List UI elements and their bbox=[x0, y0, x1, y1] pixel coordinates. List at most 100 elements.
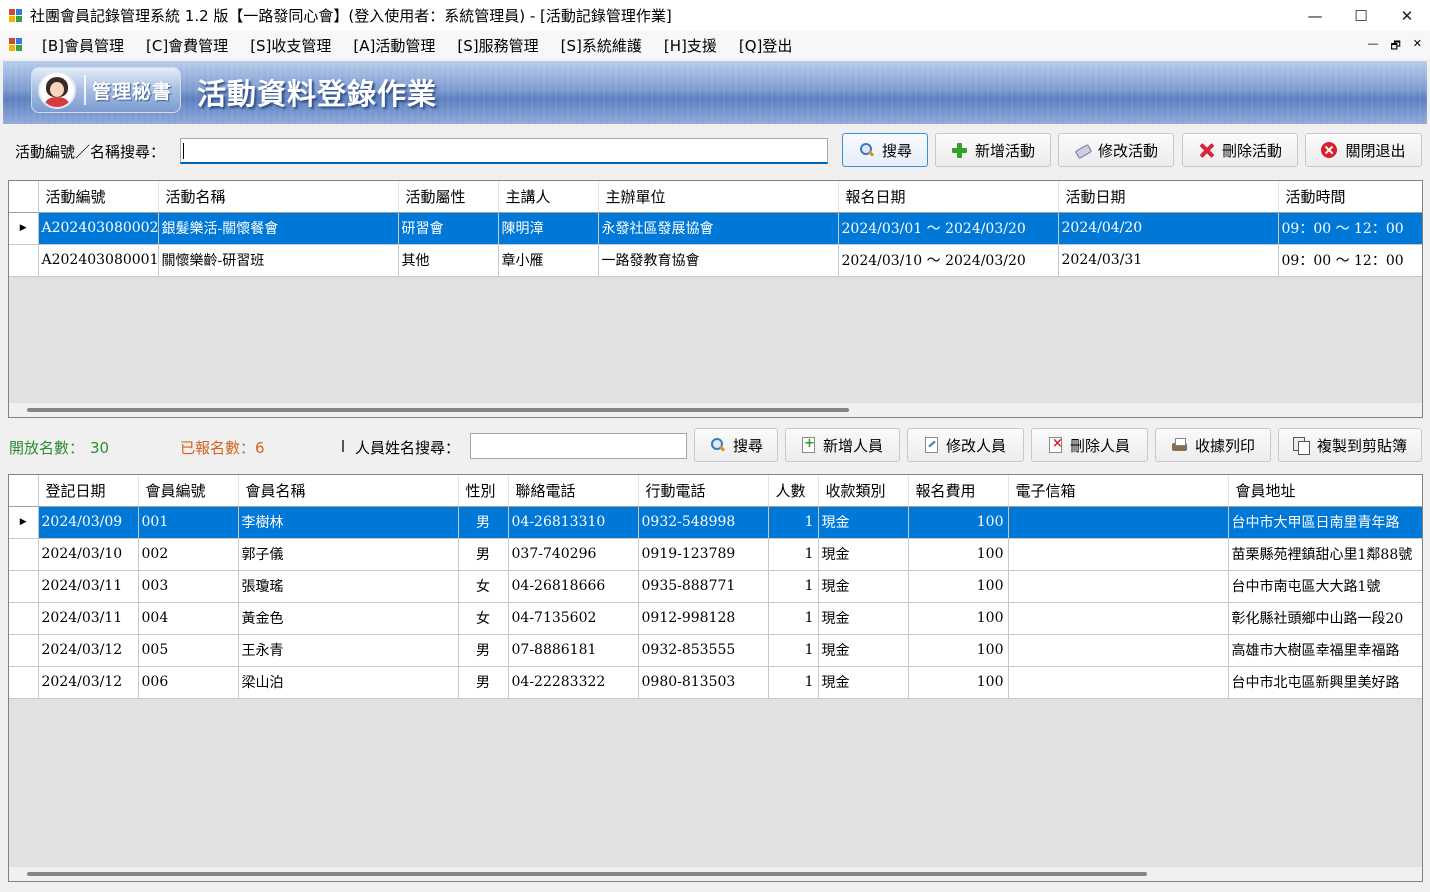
cell-register-date[interactable]: 2024/03/12 bbox=[38, 666, 139, 699]
cell-address[interactable]: 台中市南屯區大大路1號 bbox=[1228, 570, 1422, 603]
cell-member-name[interactable]: 王永青 bbox=[238, 634, 459, 667]
col-activity-type[interactable]: 活動屬性 bbox=[398, 181, 499, 213]
cell-activity-date[interactable]: 2024/04/20 bbox=[1058, 212, 1279, 245]
cell-member-no[interactable]: 002 bbox=[138, 538, 239, 571]
cell-activity-type[interactable]: 研習會 bbox=[398, 212, 499, 245]
cell-pay-type[interactable]: 現金 bbox=[818, 570, 909, 603]
edit-member-button[interactable]: 修改人員 bbox=[907, 428, 1024, 462]
col-fee[interactable]: 報名費用 bbox=[908, 475, 1009, 507]
table-row[interactable]: 2024/03/12 006 梁山泊 男 04-22283322 0980-81… bbox=[9, 666, 1422, 699]
add-member-button[interactable]: 新增人員 bbox=[785, 428, 900, 462]
cell-activity-name[interactable]: 關懷樂齡-研習班 bbox=[158, 244, 399, 277]
cell-email[interactable] bbox=[1008, 634, 1229, 667]
row-selector[interactable]: ▶ bbox=[9, 212, 39, 245]
edit-activity-button[interactable]: 修改活動 bbox=[1058, 133, 1174, 167]
mdi-child-icon[interactable] bbox=[9, 38, 23, 52]
menu-item-logout[interactable]: [Q]登出 bbox=[728, 35, 804, 56]
cell-email[interactable] bbox=[1008, 570, 1229, 603]
cell-email[interactable] bbox=[1008, 506, 1229, 539]
cell-member-name[interactable]: 張瓊瑤 bbox=[238, 570, 459, 603]
add-activity-button[interactable]: 新增活動 bbox=[935, 133, 1051, 167]
cell-mobile[interactable]: 0980-813503 bbox=[638, 666, 769, 699]
cell-member-name[interactable]: 黃金色 bbox=[238, 602, 459, 635]
cell-gender[interactable]: 男 bbox=[458, 666, 509, 699]
member-grid[interactable]: 登記日期 會員編號 會員名稱 性別 聯絡電話 行動電話 人數 收款類別 報名費用… bbox=[8, 474, 1423, 882]
cell-activity-id[interactable]: A202403080002 bbox=[38, 212, 159, 245]
cell-register-date[interactable]: 2024/03/09 bbox=[38, 506, 139, 539]
cell-gender[interactable]: 男 bbox=[458, 506, 509, 539]
mdi-restore-button[interactable]: 🗗 bbox=[1390, 37, 1400, 56]
cell-gender[interactable]: 女 bbox=[458, 570, 509, 603]
col-activity-date[interactable]: 活動日期 bbox=[1058, 181, 1279, 213]
delete-activity-button[interactable]: 刪除活動 bbox=[1182, 133, 1298, 167]
cell-activity-date[interactable]: 2024/03/31 bbox=[1058, 244, 1279, 277]
row-selector[interactable] bbox=[9, 634, 39, 667]
member-grid-hscrollbar[interactable] bbox=[9, 867, 1422, 881]
cell-activity-time[interactable]: 09：00 ～ 12：00 bbox=[1278, 244, 1422, 277]
cell-member-name[interactable]: 李樹林 bbox=[238, 506, 459, 539]
cell-phone[interactable]: 037-740296 bbox=[508, 538, 639, 571]
close-exit-button[interactable]: 關閉退出 bbox=[1305, 133, 1422, 167]
cell-fee[interactable]: 100 bbox=[908, 666, 1009, 699]
cell-member-no[interactable]: 003 bbox=[138, 570, 239, 603]
row-selector[interactable] bbox=[9, 602, 39, 635]
cell-member-name[interactable]: 郭子儀 bbox=[238, 538, 459, 571]
cell-count[interactable]: 1 bbox=[768, 538, 819, 571]
cell-mobile[interactable]: 0935-888771 bbox=[638, 570, 769, 603]
member-search-button[interactable]: 搜尋 bbox=[694, 428, 778, 462]
row-selector[interactable] bbox=[9, 244, 39, 277]
table-row[interactable]: A202403080001 關懷樂齡-研習班 其他 章小雁 一路發教育協會 20… bbox=[9, 244, 1422, 277]
table-row[interactable]: 2024/03/12 005 王永青 男 07-8886181 0932-853… bbox=[9, 634, 1422, 667]
cell-member-no[interactable]: 005 bbox=[138, 634, 239, 667]
cell-count[interactable]: 1 bbox=[768, 634, 819, 667]
cell-address[interactable]: 苗栗縣苑裡鎮甜心里1鄰88號 bbox=[1228, 538, 1422, 571]
cell-phone[interactable]: 07-8886181 bbox=[508, 634, 639, 667]
cell-phone[interactable]: 04-22283322 bbox=[508, 666, 639, 699]
cell-activity-time[interactable]: 09：00 ～ 12：00 bbox=[1278, 212, 1422, 245]
member-search-input[interactable] bbox=[470, 433, 687, 459]
row-selector[interactable] bbox=[9, 538, 39, 571]
cell-count[interactable]: 1 bbox=[768, 570, 819, 603]
col-mobile[interactable]: 行動電話 bbox=[638, 475, 769, 507]
activity-search-button[interactable]: 搜尋 bbox=[842, 133, 928, 167]
col-address[interactable]: 會員地址 bbox=[1228, 475, 1422, 507]
cell-activity-id[interactable]: A202403080001 bbox=[38, 244, 159, 277]
cell-gender[interactable]: 男 bbox=[458, 634, 509, 667]
cell-pay-type[interactable]: 現金 bbox=[818, 634, 909, 667]
cell-fee[interactable]: 100 bbox=[908, 602, 1009, 635]
activity-grid-hscrollbar[interactable] bbox=[9, 403, 1422, 417]
menu-item-service[interactable]: [S]服務管理 bbox=[446, 35, 549, 56]
cell-mobile[interactable]: 0912-998128 bbox=[638, 602, 769, 635]
col-pay-type[interactable]: 收款類別 bbox=[818, 475, 909, 507]
menu-item-system[interactable]: [S]系統維護 bbox=[550, 35, 653, 56]
cell-member-no[interactable]: 001 bbox=[138, 506, 239, 539]
menu-item-activity[interactable]: [A]活動管理 bbox=[342, 35, 446, 56]
menu-item-member[interactable]: [B]會員管理 bbox=[31, 35, 135, 56]
cell-host[interactable]: 永發社區發展協會 bbox=[598, 212, 839, 245]
cell-pay-type[interactable]: 現金 bbox=[818, 602, 909, 635]
cell-pay-type[interactable]: 現金 bbox=[818, 506, 909, 539]
menu-item-finance[interactable]: [S]收支管理 bbox=[239, 35, 342, 56]
cell-phone[interactable]: 04-7135602 bbox=[508, 602, 639, 635]
col-register-date[interactable]: 登記日期 bbox=[38, 475, 139, 507]
cell-activity-name[interactable]: 銀髮樂活-關懷餐會 bbox=[158, 212, 399, 245]
minimize-button[interactable]: — bbox=[1292, 0, 1338, 31]
close-window-button[interactable]: ✕ bbox=[1384, 0, 1430, 31]
col-member-name[interactable]: 會員名稱 bbox=[238, 475, 459, 507]
col-activity-time[interactable]: 活動時間 bbox=[1278, 181, 1422, 213]
mdi-minimize-button[interactable]: — bbox=[1367, 37, 1378, 56]
cell-register-date[interactable]: 2024/03/12 bbox=[38, 634, 139, 667]
cell-phone[interactable]: 04-26818666 bbox=[508, 570, 639, 603]
cell-pay-type[interactable]: 現金 bbox=[818, 538, 909, 571]
cell-register-date[interactable]: 2024/03/11 bbox=[38, 570, 139, 603]
cell-member-name[interactable]: 梁山泊 bbox=[238, 666, 459, 699]
cell-fee[interactable]: 100 bbox=[908, 506, 1009, 539]
col-activity-name[interactable]: 活動名稱 bbox=[158, 181, 399, 213]
scrollbar-thumb[interactable] bbox=[27, 408, 849, 412]
table-row[interactable]: ▶ A202403080002 銀髮樂活-關懷餐會 研習會 陳明漳 永發社區發展… bbox=[9, 212, 1422, 245]
row-selector[interactable] bbox=[9, 570, 39, 603]
cell-host[interactable]: 一路發教育協會 bbox=[598, 244, 839, 277]
col-host[interactable]: 主辦單位 bbox=[598, 181, 839, 213]
cell-pay-type[interactable]: 現金 bbox=[818, 666, 909, 699]
cell-speaker[interactable]: 陳明漳 bbox=[498, 212, 599, 245]
